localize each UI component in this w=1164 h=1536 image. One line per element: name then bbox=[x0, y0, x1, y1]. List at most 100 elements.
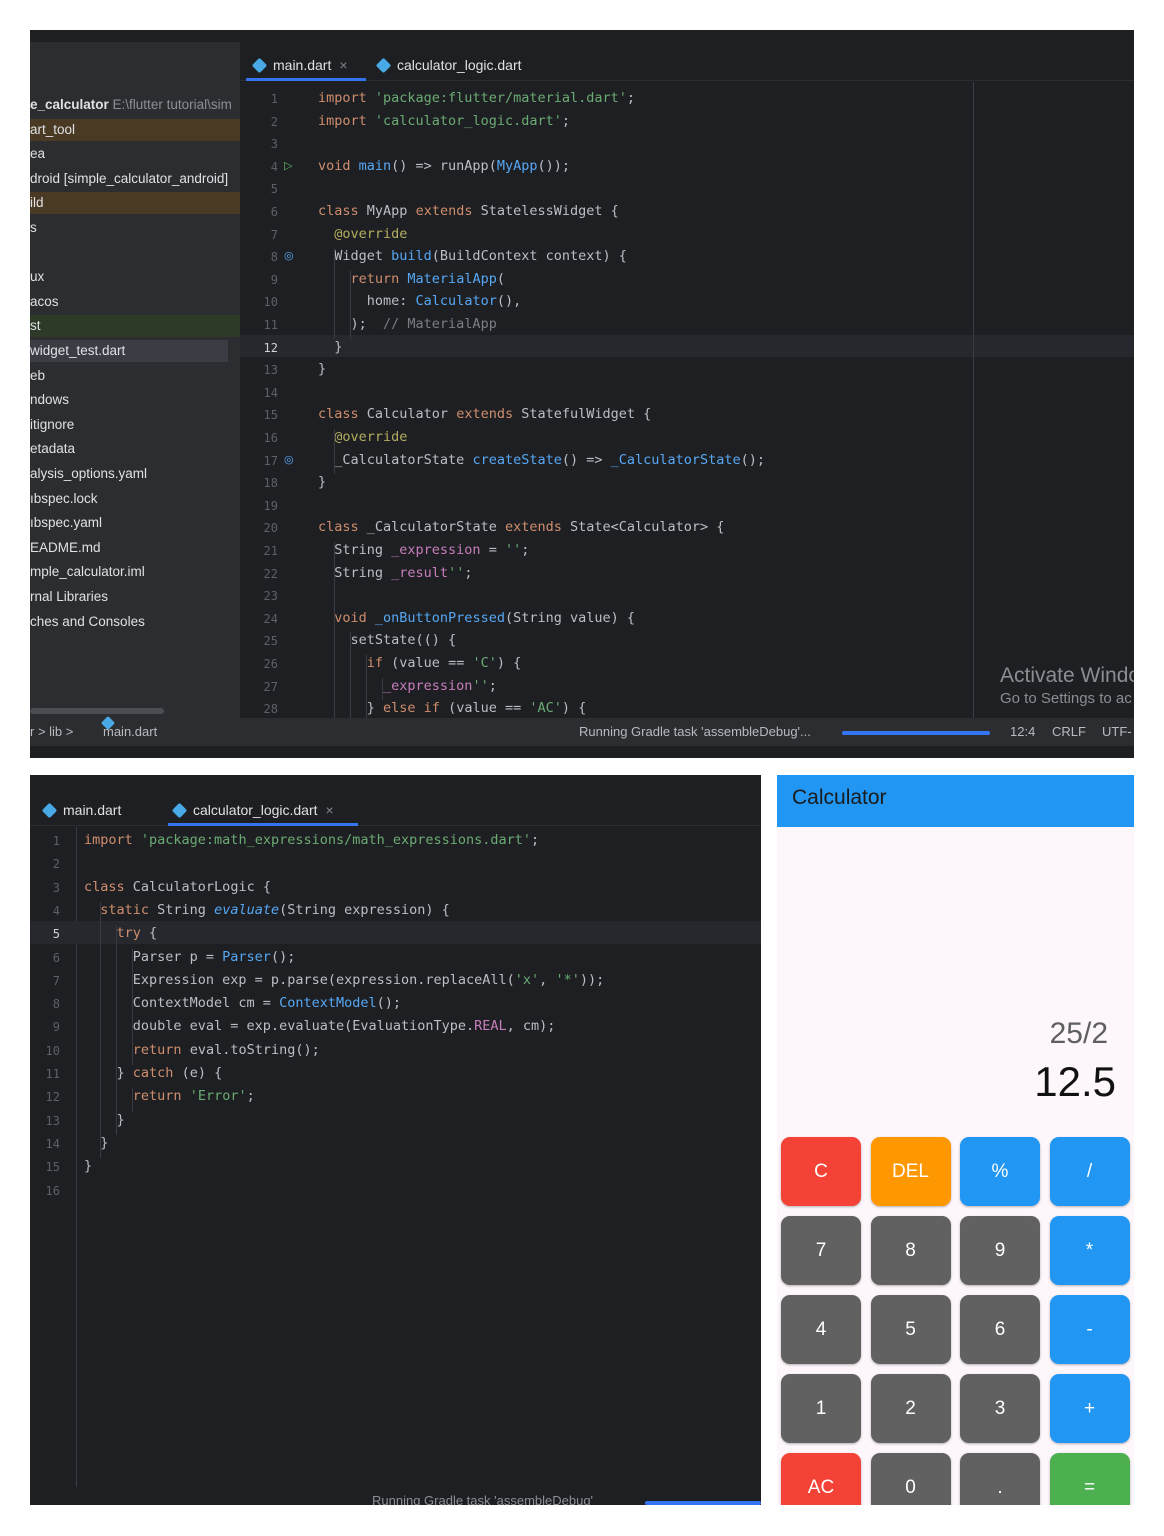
tree-item[interactable]: alysis_options.yaml bbox=[30, 463, 240, 485]
tree-item[interactable]: art_tool bbox=[30, 118, 240, 141]
code-token: } bbox=[318, 474, 327, 491]
tree-item-label: alysis_options.yaml bbox=[30, 466, 148, 481]
calc-button[interactable]: 8 bbox=[870, 1216, 951, 1285]
code-token: ( bbox=[496, 270, 505, 287]
calc-button[interactable]: - bbox=[1049, 1295, 1130, 1364]
line-number: 2 bbox=[52, 857, 60, 872]
calc-button[interactable]: 0 bbox=[870, 1453, 951, 1505]
code-token: (e) { bbox=[181, 1065, 223, 1081]
calc-button[interactable]: 5 bbox=[870, 1295, 951, 1364]
bottom-code-editor[interactable]: 1 import 'package:math_expressions/math_e… bbox=[30, 827, 761, 1487]
code-line: void main() => runApp(MyApp()); bbox=[318, 158, 570, 174]
tree-item[interactable]: ux bbox=[30, 266, 240, 288]
line-number: 14 bbox=[263, 385, 278, 400]
tree-item[interactable]: ndows bbox=[30, 389, 240, 411]
caret-position[interactable]: 12:4 bbox=[1010, 718, 1035, 746]
app-bar: Calculator bbox=[777, 775, 1134, 827]
tree-item[interactable]: ild bbox=[30, 192, 240, 215]
tree-item[interactable]: droid [simple_calculator_android] bbox=[30, 168, 240, 190]
tree-item[interactable]: eb bbox=[30, 365, 240, 387]
code-token: MyApp bbox=[496, 157, 538, 174]
tree-item[interactable]: mple_calculator.iml bbox=[30, 561, 240, 583]
code-token: class bbox=[318, 406, 367, 423]
calc-button[interactable]: / bbox=[1049, 1137, 1130, 1206]
calc-button[interactable]: 1 bbox=[781, 1374, 861, 1443]
line-number: 5 bbox=[52, 927, 60, 942]
calc-button[interactable]: 4 bbox=[781, 1295, 861, 1364]
project-path: E:\flutter tutorial\sim bbox=[108, 97, 232, 112]
calc-button[interactable]: DEL bbox=[870, 1137, 951, 1206]
code-token: () => runApp( bbox=[391, 157, 497, 174]
close-icon[interactable]: × bbox=[326, 802, 334, 818]
code-token: class bbox=[318, 519, 367, 536]
code-token: } bbox=[84, 1158, 93, 1175]
line-separator[interactable]: CRLF bbox=[1052, 718, 1086, 746]
calc-button[interactable]: C bbox=[781, 1137, 861, 1206]
calc-button[interactable]: 7 bbox=[781, 1216, 861, 1285]
calc-button[interactable]: * bbox=[1049, 1216, 1130, 1285]
breadcrumb[interactable]: r > lib > bbox=[30, 718, 73, 746]
bottom-status-bar: Running Gradle task 'assembleDebug' bbox=[30, 1493, 761, 1505]
override-icon[interactable]: ◎ bbox=[284, 249, 294, 262]
tree-item-label: s bbox=[30, 220, 37, 235]
tree-item[interactable]: ches and Consoles bbox=[30, 611, 240, 633]
code-token: createState bbox=[472, 451, 562, 468]
code-line: } bbox=[318, 339, 342, 355]
tree-item[interactable]: EADME.md bbox=[30, 537, 240, 559]
code-token: ; bbox=[521, 542, 530, 558]
calc-button[interactable]: 6 bbox=[960, 1295, 1040, 1364]
dart-file-icon bbox=[375, 57, 392, 74]
close-icon[interactable]: × bbox=[339, 57, 347, 73]
tree-item[interactable]: rnal Libraries bbox=[30, 586, 240, 608]
code-token: extends bbox=[504, 519, 570, 536]
project-tree-scrollbar[interactable] bbox=[30, 708, 164, 714]
tree-item-label: eb bbox=[30, 367, 46, 383]
code-token: _CalculatorState bbox=[366, 519, 505, 536]
code-token: extends bbox=[415, 203, 481, 219]
tree-item-label: acos bbox=[30, 293, 59, 309]
calc-button[interactable]: AC bbox=[781, 1453, 861, 1505]
code-token: (value == bbox=[448, 700, 530, 717]
tab-calculator-logic-dart[interactable]: calculator_logic.dart × bbox=[171, 793, 334, 825]
tree-item[interactable]: ıbspec.yaml bbox=[30, 512, 240, 534]
code-token: String bbox=[318, 542, 392, 558]
code-token: MaterialApp bbox=[407, 270, 497, 287]
calc-button[interactable]: = bbox=[1049, 1453, 1130, 1505]
tree-item[interactable]: ea bbox=[30, 143, 240, 165]
gradle-task-status[interactable]: Running Gradle task 'assembleDebug' bbox=[372, 1487, 593, 1505]
tree-item[interactable] bbox=[30, 242, 240, 264]
code-line: class Calculator extends StatefulWidget … bbox=[318, 406, 651, 422]
gradle-task-status[interactable]: Running Gradle task 'assembleDebug'... bbox=[579, 718, 811, 746]
code-line: import 'package:math_expressions/math_ex… bbox=[84, 832, 539, 848]
calc-button[interactable]: 9 bbox=[960, 1216, 1040, 1285]
tree-item[interactable]: acos bbox=[30, 291, 240, 313]
code-token: _result bbox=[391, 564, 449, 581]
file-encoding[interactable]: UTF- bbox=[1102, 718, 1132, 746]
code-token: setState(() { bbox=[318, 632, 457, 649]
calc-button[interactable]: 3 bbox=[960, 1374, 1040, 1443]
code-token: Calculator bbox=[415, 293, 497, 310]
line-number: 6 bbox=[270, 205, 278, 219]
calc-button[interactable]: % bbox=[960, 1137, 1040, 1206]
code-token: main bbox=[358, 157, 392, 174]
tree-item[interactable]: itignore bbox=[30, 414, 240, 436]
run-icon[interactable]: ▷ bbox=[284, 159, 292, 172]
code-token: extends bbox=[456, 406, 522, 423]
tab-main-dart[interactable]: main.dart bbox=[41, 793, 121, 825]
code-token: ContextModel bbox=[279, 995, 377, 1012]
tree-item[interactable]: etadata bbox=[30, 438, 240, 460]
tab-calculator-logic-dart[interactable]: calculator_logic.dart bbox=[375, 48, 522, 80]
tree-item[interactable]: e_calculator E:\flutter tutorial\sim bbox=[30, 94, 240, 116]
dart-file-icon bbox=[251, 57, 268, 74]
tree-item[interactable]: s bbox=[30, 217, 240, 239]
code-line: String _result''; bbox=[318, 565, 472, 581]
override-icon[interactable]: ◎ bbox=[284, 453, 294, 466]
tree-item[interactable]: widget_test.dart bbox=[30, 340, 228, 362]
top-code-editor[interactable]: 1 import 'package:flutter/material.dart';… bbox=[240, 82, 1134, 718]
tab-main-dart[interactable]: main.dart × bbox=[251, 48, 348, 80]
calc-button[interactable]: + bbox=[1049, 1374, 1130, 1443]
calc-button[interactable]: . bbox=[960, 1453, 1040, 1505]
tree-item[interactable]: ıbspec.lock bbox=[30, 488, 240, 510]
tree-item[interactable]: st bbox=[30, 315, 240, 338]
calc-button[interactable]: 2 bbox=[870, 1374, 951, 1443]
